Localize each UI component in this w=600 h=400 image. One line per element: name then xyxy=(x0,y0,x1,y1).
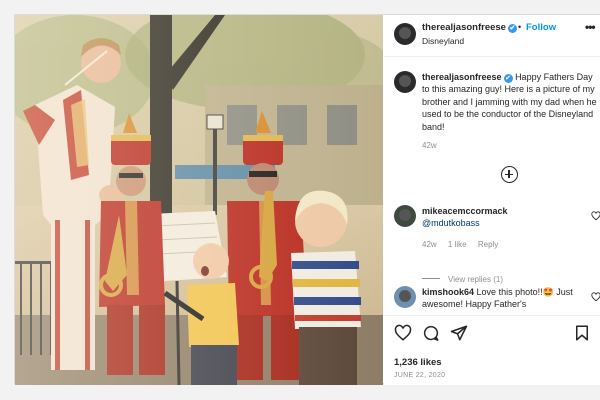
comment-like-count[interactable]: 1 like xyxy=(448,240,467,249)
post-side-panel: therealjasonfreese ✔ • Follow Disneyland … xyxy=(384,15,600,385)
verified-badge-icon: ✔ xyxy=(503,74,513,83)
author-username[interactable]: therealjasonfreese ✔ xyxy=(422,22,517,33)
share-icon[interactable] xyxy=(450,324,468,342)
comment-text-block: mikeacemccormack @mdutkobass xyxy=(422,205,586,230)
band-photo-illustration xyxy=(15,15,383,385)
instagram-post: therealjasonfreese ✔ • Follow Disneyland … xyxy=(14,14,600,385)
comment-meta: 42w 1 like Reply xyxy=(422,240,507,249)
commenter-username[interactable]: kimshook64 xyxy=(422,287,474,297)
view-replies-label[interactable]: View replies (1) xyxy=(448,275,503,284)
commenter-avatar[interactable] xyxy=(394,205,416,227)
caption-avatar[interactable] xyxy=(394,71,416,93)
heart-icon[interactable] xyxy=(394,324,412,342)
post-photo[interactable] xyxy=(15,15,383,385)
author-username-text[interactable]: therealjasonfreese xyxy=(422,22,506,33)
comment-icon[interactable] xyxy=(422,324,440,342)
bookmark-icon[interactable] xyxy=(573,324,591,342)
post-header: therealjasonfreese ✔ • Follow Disneyland … xyxy=(384,15,600,57)
author-avatar[interactable] xyxy=(394,23,416,45)
caption-timestamp[interactable]: 42w xyxy=(422,141,437,150)
comment-mention[interactable]: @mdutkobass xyxy=(422,218,480,228)
comment-like-icon[interactable] xyxy=(591,211,600,221)
comment-text-block: kimshook64 Love this photo!!🤩 Just aweso… xyxy=(422,286,586,311)
plus-circle-icon[interactable] xyxy=(501,166,518,183)
post-date[interactable]: JUNE 22, 2020 xyxy=(394,372,445,379)
caption-text-block: therealjasonfreese ✔ Happy Fathers Day to… xyxy=(422,71,600,133)
post-location[interactable]: Disneyland xyxy=(422,36,464,46)
comment-timestamp[interactable]: 42w xyxy=(422,240,437,249)
follow-button[interactable]: Follow xyxy=(526,22,556,33)
reply-button[interactable]: Reply xyxy=(478,240,498,249)
comment-like-icon[interactable] xyxy=(591,292,600,302)
replies-divider xyxy=(422,278,440,279)
more-options-icon[interactable]: ••• xyxy=(585,20,596,34)
header-separator: • xyxy=(518,22,522,32)
caption-username[interactable]: therealjasonfreese xyxy=(422,72,502,82)
verified-badge-icon: ✔ xyxy=(507,24,517,33)
view-replies-button[interactable]: View replies (1) xyxy=(422,275,503,284)
post-actions-bar: 1,236 likes JUNE 22, 2020 xyxy=(384,315,600,385)
commenter-avatar[interactable] xyxy=(394,286,416,308)
post-like-count[interactable]: 1,236 likes xyxy=(394,357,442,368)
commenter-username[interactable]: mikeacemccormack xyxy=(422,206,508,216)
